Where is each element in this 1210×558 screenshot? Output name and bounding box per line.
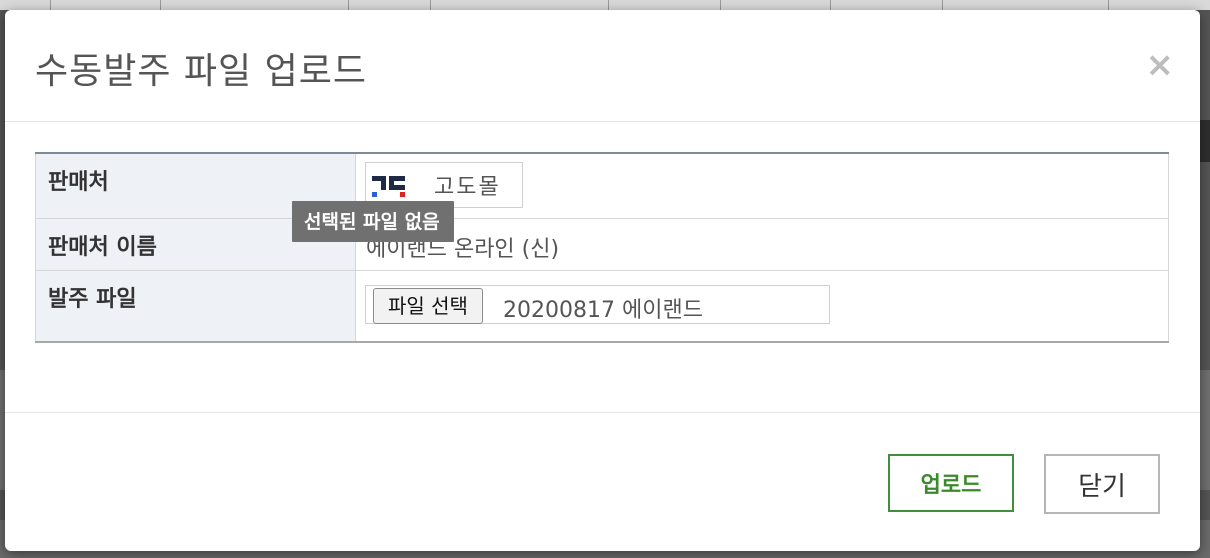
form-row-mall: 판매처 고도몰 [35, 152, 1169, 219]
dialog-header: 수동발주 파일 업로드 × [5, 10, 1200, 122]
seller-name-value: 에이랜드 온라인 (신) [366, 237, 560, 262]
seller-name-cell: 에이랜드 온라인 (신) [355, 218, 1169, 271]
upload-button[interactable]: 업로드 [888, 454, 1014, 512]
dialog-footer: 업로드 닫기 [5, 412, 1200, 551]
mall-value-cell: 고도몰 [355, 152, 1169, 219]
upload-dialog: 수동발주 파일 업로드 × 판매처 고도몰 판매처 이름 에이랜드 온라인 (신… [5, 10, 1200, 551]
dialog-title: 수동발주 파일 업로드 [35, 51, 367, 92]
upload-form-table: 판매처 고도몰 판매처 이름 에이랜드 온라인 (신) 발주 파일 파일 선택 … [35, 152, 1169, 343]
form-row-seller-name: 판매처 이름 에이랜드 온라인 (신) [35, 218, 1169, 271]
file-input[interactable]: 파일 선택 20200817 에이랜드 [365, 285, 830, 324]
form-row-order-file: 발주 파일 파일 선택 20200817 에이랜드 [35, 270, 1169, 343]
selected-file-name: 20200817 에이랜드 [503, 298, 703, 323]
close-button[interactable]: 닫기 [1044, 454, 1160, 514]
godomall-logo-icon [372, 176, 405, 197]
close-icon[interactable]: × [1146, 48, 1175, 82]
background-page-header [0, 0, 1210, 10]
mall-name: 고도몰 [434, 175, 501, 200]
order-file-cell: 파일 선택 20200817 에이랜드 [355, 270, 1169, 343]
file-tooltip: 선택된 파일 없음 [292, 201, 454, 242]
choose-file-button[interactable]: 파일 선택 [373, 288, 483, 324]
order-file-label: 발주 파일 [35, 270, 356, 343]
